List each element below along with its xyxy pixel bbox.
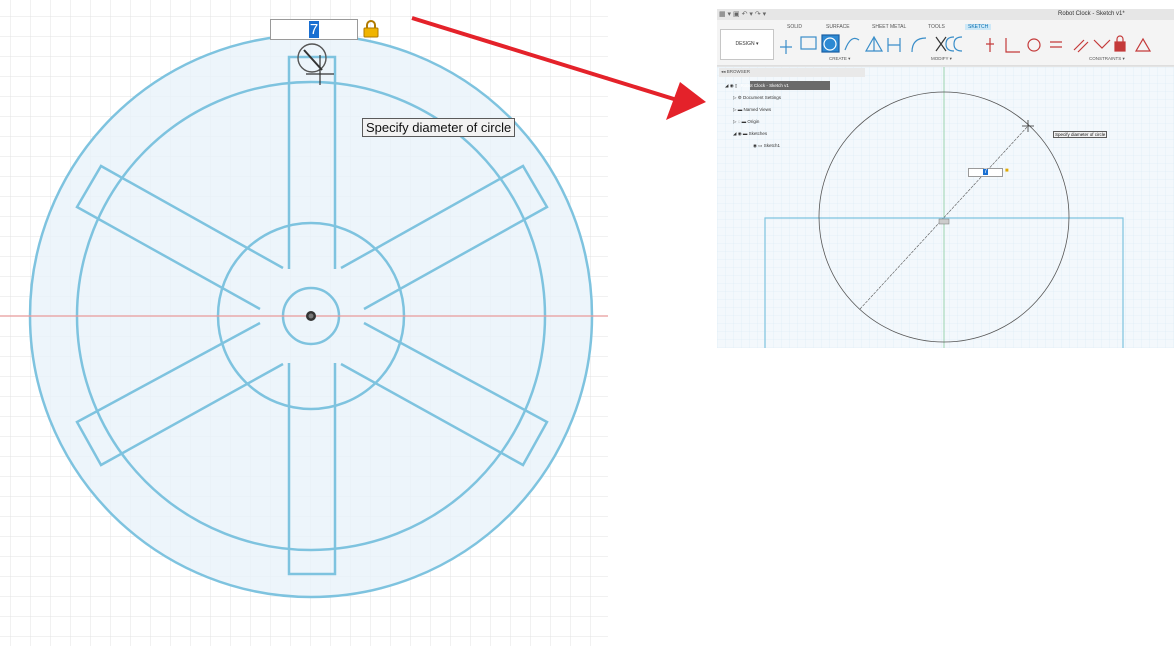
browser-title: ◂◂ BROWSER: [721, 69, 751, 74]
tab-tools[interactable]: TOOLS: [928, 24, 945, 30]
lock-icon[interactable]: [363, 20, 379, 38]
tab-solid[interactable]: SOLID: [787, 24, 802, 30]
browser-item-origin[interactable]: ▷ ◌ ▬ Origin: [733, 119, 759, 125]
browser-item-named-views[interactable]: ▷ ▬ Named Views: [733, 107, 771, 113]
browser-item-sketches[interactable]: ◢ ◉ ▬ Sketches: [733, 131, 767, 137]
main-canvas[interactable]: [0, 0, 1174, 646]
window-title: Robot Clock - Sketch v1*: [1058, 11, 1125, 17]
modify-group-label[interactable]: MODIFY ▾: [931, 56, 952, 62]
constraints-group-label[interactable]: CONSTRAINTS ▾: [1089, 56, 1125, 62]
create-group-label[interactable]: CREATE ▾: [829, 56, 850, 62]
browser-item-root[interactable]: ◢ ◉ ▯ Robot Clock - Sketch v1: [725, 83, 789, 89]
diameter-input[interactable]: 7: [270, 19, 358, 40]
tooltip: Specify diameter of circle: [362, 118, 516, 137]
reference-lock-icon[interactable]: ■: [1005, 168, 1009, 174]
tab-surface[interactable]: SURFACE: [826, 24, 850, 30]
diameter-value: 7: [308, 21, 320, 38]
reference-tooltip: Specify diameter of circle: [1053, 131, 1108, 138]
tab-sheet-metal[interactable]: SHEET METAL: [872, 24, 906, 30]
design-button[interactable]: DESIGN ▾: [720, 29, 774, 60]
tab-sketch[interactable]: SKETCH: [965, 24, 992, 30]
browser-item-document-settings[interactable]: ▷ ⚙ Document Settings: [733, 95, 781, 101]
browser-item-sketch1[interactable]: ◉ ▭ Sketch1: [753, 143, 780, 149]
reference-diameter-input[interactable]: 7: [968, 168, 1003, 177]
quick-access-toolbar: ▦ ▾ ▣ ↶ ▾ ↷ ▾: [719, 11, 767, 18]
